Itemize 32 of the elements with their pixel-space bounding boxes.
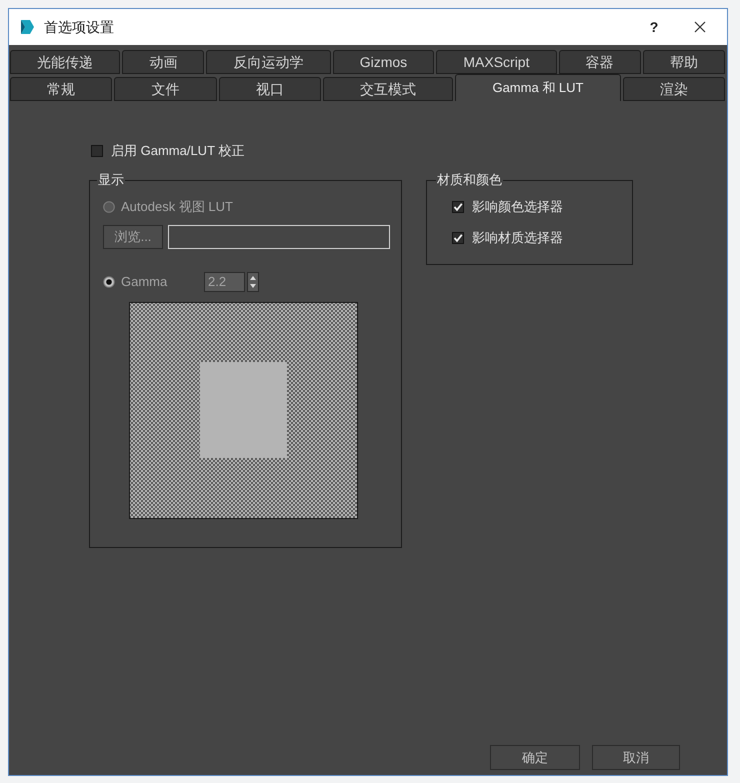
tab[interactable]: 文件	[114, 77, 217, 101]
group-title: 显示	[97, 172, 125, 188]
tab[interactable]: Gizmos	[332, 50, 434, 74]
dialog-button[interactable]: 取消	[592, 745, 680, 770]
checkbox[interactable]	[452, 201, 464, 213]
spinner-button[interactable]	[247, 272, 259, 292]
radio-label: Autodesk 视图 LUT	[121, 199, 233, 215]
tab[interactable]: Gamma 和 LUT	[455, 74, 621, 101]
tab[interactable]: 视口	[218, 77, 321, 101]
app-icon	[19, 19, 35, 35]
checkbox-label: 影响颜色选择器	[472, 199, 563, 215]
help-button[interactable]: ?	[631, 9, 677, 45]
tab[interactable]: 反向运动学	[206, 50, 331, 74]
spinner-arrows-icon	[249, 275, 257, 289]
tab[interactable]: MAXScript	[436, 50, 557, 74]
checkbox[interactable]	[452, 232, 464, 244]
close-icon	[694, 21, 706, 33]
dialog-button[interactable]: 确定	[490, 745, 580, 770]
radio-label: Gamma	[121, 274, 168, 290]
checkbox-label: 启用 Gamma/LUT 校正	[111, 143, 244, 159]
tab[interactable]: 动画	[122, 50, 204, 74]
tab[interactable]: 光能传递	[10, 50, 120, 74]
tab[interactable]: 帮助	[642, 50, 725, 74]
group-title: 材质和颜色	[436, 172, 503, 188]
tab[interactable]: 渲染	[622, 77, 725, 101]
lut-path-field[interactable]	[168, 225, 390, 249]
checkbox-label: 影响材质选择器	[472, 230, 563, 246]
tab[interactable]: 容器	[558, 50, 641, 74]
tab[interactable]: 常规	[10, 77, 112, 101]
tab[interactable]: 交互模式	[322, 77, 454, 101]
checkbox[interactable]	[91, 145, 103, 157]
window-title: 首选项设置	[44, 18, 114, 36]
